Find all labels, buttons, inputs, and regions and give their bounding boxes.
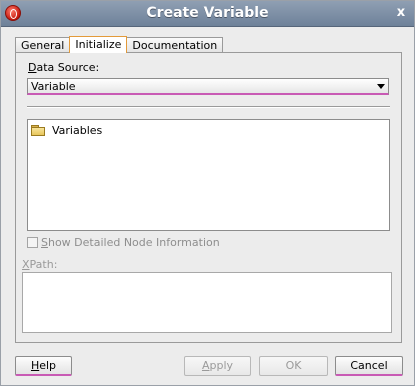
- title-bar[interactable]: Create Variable x: [1, 1, 414, 27]
- data-source-select[interactable]: Variable: [27, 78, 389, 95]
- window-title: Create Variable: [146, 5, 269, 21]
- tab-initialize[interactable]: Initialize: [69, 36, 128, 53]
- tree-item-label: Variables: [52, 123, 103, 137]
- show-detailed-node-row: Show Detailed Node Information: [27, 235, 220, 249]
- tree-item-variables[interactable]: Variables: [31, 123, 102, 137]
- variables-tree[interactable]: Variables: [27, 119, 390, 231]
- ok-button[interactable]: OK: [259, 356, 328, 376]
- tab-documentation[interactable]: Documentation: [126, 37, 224, 53]
- folder-icon: [31, 124, 45, 136]
- xpath-label: XPath:: [22, 258, 58, 271]
- dropdown-arrow-icon[interactable]: [377, 84, 385, 89]
- data-source-value: Variable: [31, 80, 76, 93]
- xpath-textarea[interactable]: [22, 272, 392, 333]
- apply-button[interactable]: Apply: [184, 356, 251, 376]
- tab-general[interactable]: General: [15, 37, 71, 53]
- create-variable-dialog: Create Variable x General Initialize Doc…: [0, 0, 415, 386]
- initialize-panel: Data Source: Variable Variables Show Det…: [15, 52, 402, 343]
- show-detailed-label: Show Detailed Node Information: [41, 235, 220, 249]
- help-button[interactable]: Help: [15, 356, 72, 376]
- cancel-button[interactable]: Cancel: [335, 356, 403, 376]
- tab-strip: General Initialize Documentation: [15, 36, 224, 53]
- close-icon[interactable]: x: [393, 5, 409, 21]
- show-detailed-checkbox[interactable]: [27, 236, 38, 248]
- separator: [27, 106, 390, 108]
- data-source-label: Data Source:: [28, 61, 100, 74]
